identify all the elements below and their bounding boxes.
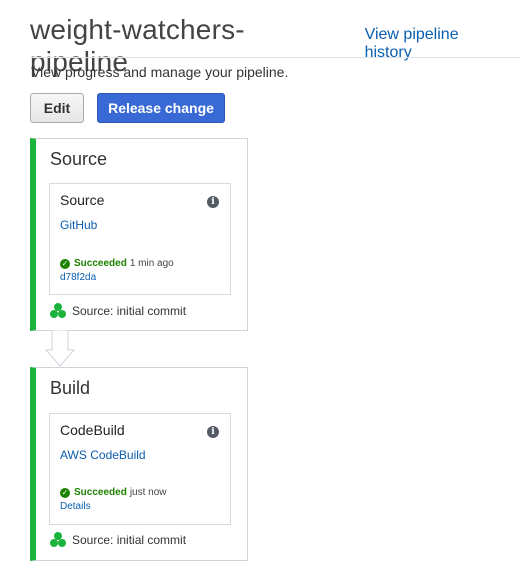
stage-title: Build: [50, 378, 91, 398]
source-revision-icon: [50, 532, 66, 547]
stage-build: Build CodeBuild i AWS CodeBuild ✓ Succee…: [30, 367, 248, 561]
stage-transition-arrow-icon: [45, 330, 75, 367]
action-name: CodeBuild: [60, 422, 125, 438]
status-time: just now: [129, 487, 167, 498]
status-time: 1 min ago: [129, 258, 174, 269]
provider-link-github[interactable]: GitHub: [60, 218, 97, 232]
source-revision: Source: initial commit: [50, 532, 186, 547]
info-icon[interactable]: i: [207, 196, 219, 208]
header-divider: [30, 57, 520, 58]
source-revision: Source: initial commit: [50, 303, 186, 318]
source-revision-text: Source: initial commit: [72, 303, 187, 318]
source-revision-text: Source: initial commit: [72, 532, 187, 547]
stage-source: Source Source i GitHub ✓ Succeeded 1 min…: [30, 138, 248, 331]
check-circle-icon: ✓: [60, 487, 70, 498]
action-status: ✓ Succeeded just now: [60, 487, 167, 498]
action-card-source: Source i GitHub ✓ Succeeded 1 min ago d7…: [49, 183, 231, 295]
details-link[interactable]: Details: [60, 501, 91, 512]
action-name: Source: [60, 192, 105, 208]
source-revision-icon: [50, 303, 66, 318]
info-icon[interactable]: i: [207, 426, 219, 438]
release-change-button[interactable]: Release change: [97, 93, 225, 123]
provider-link-codebuild[interactable]: AWS CodeBuild: [60, 448, 146, 462]
stage-title: Source: [50, 149, 108, 169]
page-subtitle: View progress and manage your pipeline.: [31, 64, 289, 80]
status-succeeded: Succeeded: [74, 487, 127, 498]
action-status: ✓ Succeeded 1 min ago: [60, 258, 174, 269]
check-circle-icon: ✓: [60, 258, 70, 269]
commit-id-link[interactable]: d78f2da: [60, 272, 96, 283]
action-card-codebuild: CodeBuild i AWS CodeBuild ✓ Succeeded ju…: [49, 413, 231, 525]
edit-button[interactable]: Edit: [30, 93, 84, 123]
status-succeeded: Succeeded: [74, 258, 127, 269]
